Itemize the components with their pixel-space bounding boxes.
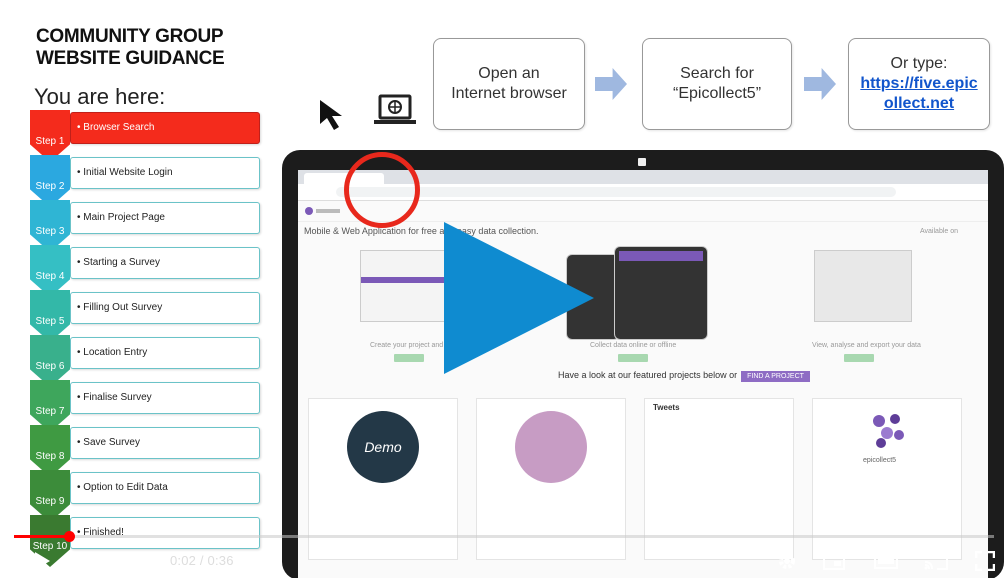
volume-icon [128,553,143,569]
step-number-label: Step 8 [35,451,65,462]
laptop-screen: Mobile & Web Application for free and ea… [298,170,988,578]
epicollect-logo-icon [305,207,340,215]
flow-box1-line2: Internet browser [451,85,567,102]
step-text-box: • Finished! [70,517,260,549]
step-item: • Starting a Survey Step 4 [30,245,262,297]
flow-box-open-browser: Open an Internet browser [433,38,585,130]
right-arrow-icon [804,68,836,100]
step-text-box: • Option to Edit Data [70,472,260,504]
right-arrow-icon [595,68,627,100]
step-text-box: • Finalise Survey [70,382,260,414]
cast-icon [924,553,948,570]
find-a-project-button[interactable]: FIND A PROJECT [741,371,810,382]
step-item: • Location Entry Step 6 [30,335,262,387]
volume-button[interactable] [124,548,152,574]
flow-box2-line2: “Epicollect5” [672,85,762,102]
step-text-box: • Save Survey [70,427,260,459]
miniplayer-button[interactable] [820,548,848,574]
tablet-screenshot [614,246,708,340]
tweets-title: Tweets [653,403,680,412]
progress-scrubber[interactable] [64,531,75,542]
hero-caption-view: View, analyse and export your data [812,342,921,349]
step-text-box: • Filling Out Survey [70,292,260,324]
step-item: • Main Project Page Step 3 [30,200,262,252]
step-number-label: Step 1 [35,136,65,147]
step-number-label: Step 6 [35,361,65,372]
skip-next-icon [83,554,97,568]
step-number-label: Step 9 [35,496,65,507]
guide-title-line1: COMMUNITY GROUP [36,26,224,47]
step-number-label: Step 7 [35,406,65,417]
time-display: 0:02 / 0:36 [170,553,234,568]
flow-box-type-url: Or type: https://five.epic ollect.net [848,38,990,130]
demo-project-image: Demo [347,411,419,483]
highlight-circle [344,152,420,228]
miniplayer-icon [823,552,845,570]
tell-me-more-button[interactable] [618,354,648,362]
video-player[interactable]: COMMUNITY GROUP WEBSITE GUIDANCE You are… [0,0,1008,578]
guide-title: COMMUNITY GROUP WEBSITE GUIDANCE [36,26,225,70]
play-icon [35,552,50,570]
epicollect-url-link[interactable]: https://five.epic ollect.net [860,75,977,112]
flow-box3-line1: Or type: [890,55,948,72]
step-item: • Initial Website Login Step 2 [30,155,262,207]
bacteria-project-image [515,411,587,483]
play-button[interactable] [30,548,54,574]
hero-caption-collect: Collect data online or offline [590,342,677,349]
step-item: • Option to Edit Data Step 9 [30,470,262,522]
progress-bar[interactable] [14,535,994,538]
gear-icon [779,553,795,569]
cast-button[interactable] [922,548,950,574]
flow-box1-line1: Open an [478,65,540,82]
step-number-label: Step 4 [35,271,65,282]
fullscreen-button[interactable] [972,548,998,574]
fullscreen-icon [975,551,995,571]
flow-box-search: Search for “Epicollect5” [642,38,792,130]
step-text-box: • Initial Website Login [70,157,260,189]
step-text-box: • Starting a Survey [70,247,260,279]
browser-address-bar[interactable] [336,187,896,197]
tell-me-more-button[interactable] [844,354,874,362]
step-number-label: Step 3 [35,226,65,237]
step-item: • Browser Search Step 1 [30,110,262,162]
guide-title-line2: WEBSITE GUIDANCE [36,48,225,69]
site-tagline: Mobile & Web Application for free and ea… [304,226,539,236]
step-item: • Finalise Survey Step 7 [30,380,262,432]
progress-bar-fill [14,535,70,538]
step-item: • Save Survey Step 8 [30,425,262,477]
step-text-box: • Main Project Page [70,202,260,234]
theater-mode-button[interactable] [872,548,900,574]
epicollect-logo-icon [873,414,904,448]
epicollect-brand-text: epicollect5 [863,457,897,464]
featured-projects-text: Have a look at our featured projects bel… [558,370,810,382]
step-number-label: Step 5 [35,316,65,327]
camera-icon [638,158,646,166]
next-button[interactable] [78,548,102,574]
step-number-label: Step 2 [35,181,65,192]
flow-box2-line1: Search for [680,65,754,82]
settings-button[interactable] [774,548,800,574]
step-text-box: • Location Entry [70,337,260,369]
theater-mode-icon [874,553,898,569]
you-are-here-label: You are here: [34,84,166,109]
step-text-box: • Browser Search [70,112,260,144]
laptop-globe-icon [374,94,416,124]
mouse-cursor-icon [320,100,342,130]
step-item: • Filling Out Survey Step 5 [30,290,262,342]
tell-me-more-button[interactable] [394,354,424,362]
map-screenshot [814,250,912,322]
available-on-label: Available on [920,228,959,235]
